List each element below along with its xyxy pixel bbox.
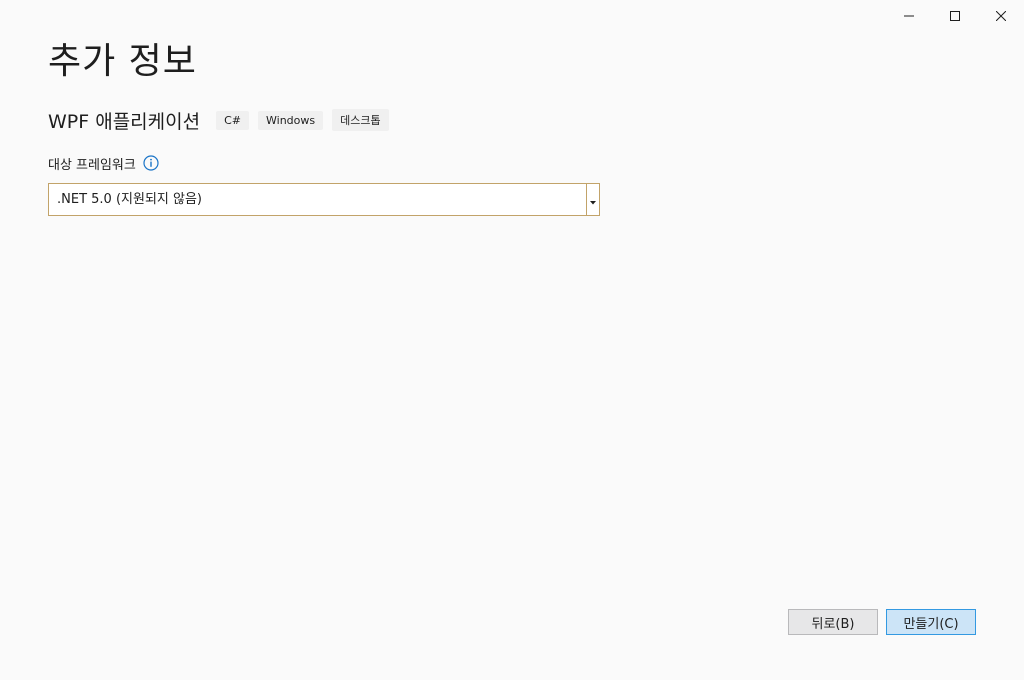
close-button[interactable] (978, 0, 1024, 32)
dropdown-arrow[interactable] (586, 184, 599, 215)
page-title: 추가 정보 (48, 41, 197, 82)
window-controls (886, 0, 1024, 32)
maximize-icon (950, 11, 960, 21)
framework-selected-value: .NET 5.0 (지원되지 않음) (57, 192, 202, 207)
chevron-down-icon (590, 190, 596, 209)
minimize-icon (904, 11, 914, 21)
template-name: WPF 애플리케이션 (48, 110, 201, 133)
tag-platform: Windows (258, 110, 324, 130)
back-button[interactable]: 뒤로(B) (788, 609, 878, 635)
info-icon[interactable] (143, 155, 159, 171)
template-info: WPF 애플리케이션 C# Windows 데스크톱 (48, 104, 398, 136)
create-button[interactable]: 만들기(C) (886, 609, 976, 635)
dialog-window: 추가 정보 WPF 애플리케이션 C# Windows 데스크톱 대상 프레임워… (0, 0, 1024, 680)
tag-language: C# (216, 110, 249, 130)
tag-project-type: 데스크톱 (332, 109, 389, 131)
minimize-button[interactable] (886, 0, 932, 32)
framework-label-row: 대상 프레임워크 (48, 152, 159, 174)
framework-dropdown[interactable]: .NET 5.0 (지원되지 않음) (48, 183, 600, 216)
framework-label: 대상 프레임워크 (48, 157, 136, 173)
maximize-button[interactable] (932, 0, 978, 32)
close-icon (996, 11, 1006, 21)
